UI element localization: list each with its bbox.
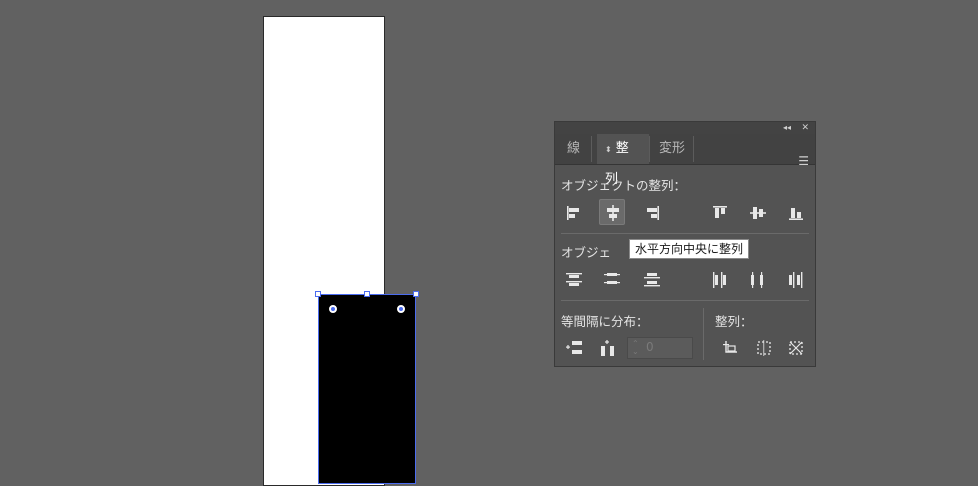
align-left-button[interactable] <box>561 200 587 226</box>
align-right-button[interactable] <box>639 200 665 226</box>
distribute-left-button[interactable] <box>707 267 733 293</box>
panel-tabs: 線 ⬍ 整列 変形 ☰ <box>555 134 815 187</box>
section-label-align-to: 整列： <box>715 314 753 329</box>
align-bottom-icon <box>789 208 803 220</box>
spacing-value-input[interactable]: ⌃ ⌄ 0 <box>627 337 693 359</box>
selected-black-rectangle[interactable] <box>318 294 416 484</box>
align-bottom-button[interactable] <box>783 200 809 226</box>
distribute-bottom-icon <box>644 273 660 287</box>
section-label-distribute-spacing: 等間隔に分布： <box>561 314 649 329</box>
up-down-arrow-icon: ⬍ <box>605 145 612 154</box>
horizontal-distribute-space-icon <box>601 340 614 356</box>
distribute-horizontal-center-button[interactable] <box>745 267 771 293</box>
tab-separator <box>693 136 694 162</box>
align-horizontal-center-button[interactable] <box>599 199 625 225</box>
spinner-arrows-icon[interactable]: ⌃ ⌄ <box>632 340 642 356</box>
align-right-icon <box>647 206 659 220</box>
distribute-right-button[interactable] <box>783 267 809 293</box>
distribute-top-button[interactable] <box>561 267 587 293</box>
selection-handle-top-center[interactable] <box>364 291 370 297</box>
align-to-key-object-icon <box>723 341 737 353</box>
tooltip: 水平方向中央に整列 <box>629 239 750 259</box>
align-to-artboard-icon <box>789 341 803 355</box>
distribute-vertical-center-button[interactable] <box>599 267 625 293</box>
align-to-selection-icon <box>757 340 771 356</box>
align-to-key-object-button[interactable] <box>717 335 743 361</box>
tab-align[interactable]: ⬍ 整列 <box>597 134 649 187</box>
close-icon[interactable]: ✕ <box>801 122 809 134</box>
align-top-icon <box>713 206 727 218</box>
distribute-left-icon <box>713 272 726 288</box>
hamburger-menu-icon[interactable]: ☰ <box>798 154 809 168</box>
tab-stroke[interactable]: 線 <box>559 134 588 164</box>
align-to-selection-button[interactable] <box>751 335 777 361</box>
distribute-top-icon <box>566 273 582 286</box>
section-divider <box>561 300 809 301</box>
selection-handle-top-right[interactable] <box>413 291 419 297</box>
align-left-icon <box>567 206 579 220</box>
align-horizontal-center-icon <box>607 205 619 221</box>
align-vertical-center-icon <box>750 207 766 219</box>
tab-transform[interactable]: 変形 <box>651 134 693 164</box>
section-divider <box>561 233 809 234</box>
horizontal-distribute-space-button[interactable] <box>595 335 621 361</box>
vertical-distribute-space-icon <box>566 341 582 354</box>
section-label-distribute-objects: オブジェ <box>561 245 612 260</box>
corner-radius-widget[interactable] <box>397 305 405 313</box>
align-top-button[interactable] <box>707 200 733 226</box>
section-label-align-objects: オブジェクトの整列： <box>561 178 687 193</box>
tab-separator <box>649 136 650 162</box>
double-chevron-left-icon[interactable]: ◂◂ <box>783 122 791 134</box>
panel-titlebar[interactable]: ◂◂ ✕ <box>555 122 815 134</box>
distribute-right-icon <box>789 272 803 288</box>
align-vertical-center-button[interactable] <box>745 200 771 226</box>
distribute-vertical-center-icon <box>604 273 620 284</box>
distribute-bottom-button[interactable] <box>639 267 665 293</box>
tab-separator <box>591 136 592 162</box>
section-vertical-divider <box>703 308 704 360</box>
selection-handle-top-left[interactable] <box>315 291 321 297</box>
vertical-distribute-space-button[interactable] <box>561 335 587 361</box>
align-to-artboard-button[interactable] <box>783 335 809 361</box>
corner-radius-widget[interactable] <box>329 305 337 313</box>
distribute-horizontal-center-icon <box>751 272 763 288</box>
